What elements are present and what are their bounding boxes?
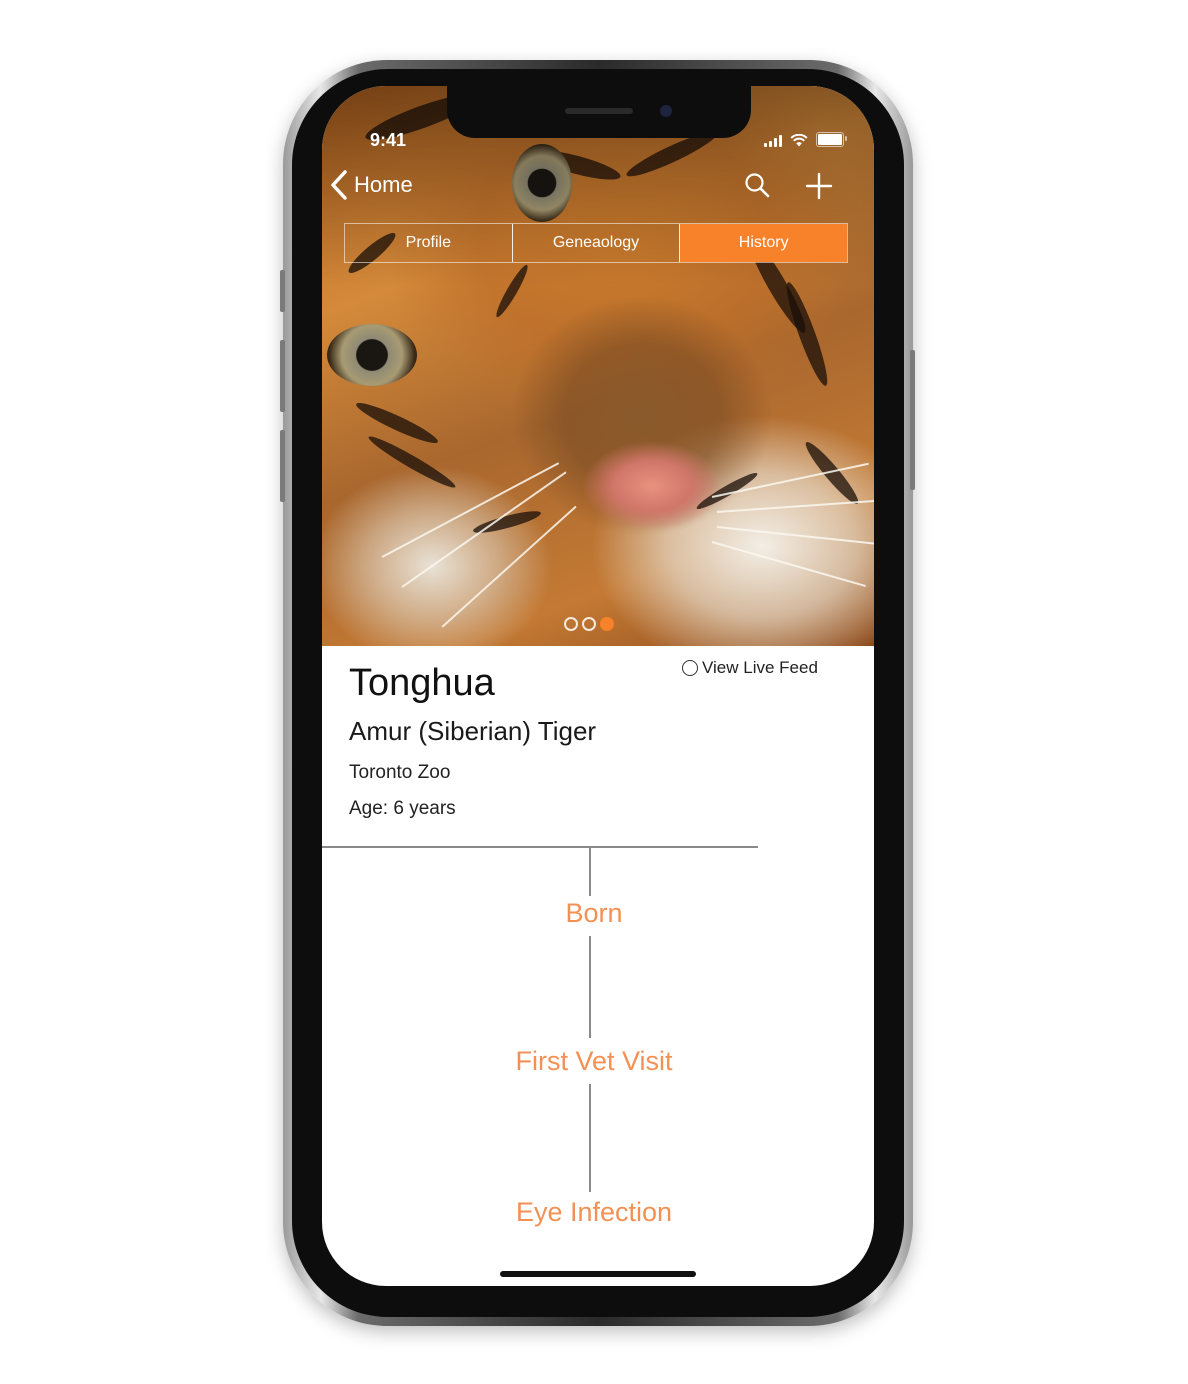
app-screen: 9:41 Home Profile Geneaology History Ton… xyxy=(322,86,874,1286)
notch xyxy=(447,86,751,138)
battery-icon xyxy=(816,132,847,147)
tiger-eye-left xyxy=(327,324,417,386)
radio-button-icon[interactable] xyxy=(682,660,698,676)
power-button xyxy=(910,350,915,490)
volume-down-button xyxy=(280,430,285,502)
tab-bar: Profile Geneaology History xyxy=(344,223,848,263)
animal-species: Amur (Siberian) Tiger xyxy=(349,716,597,746)
tab-profile[interactable]: Profile xyxy=(345,224,512,262)
timeline-line xyxy=(589,846,591,896)
status-time: 9:41 xyxy=(370,130,407,150)
side-button xyxy=(280,270,285,312)
front-camera xyxy=(660,105,672,117)
animal-name: Tonghua xyxy=(349,662,495,704)
timeline-event-first-vet-visit[interactable]: First Vet Visit xyxy=(322,1046,866,1077)
chevron-left-icon xyxy=(331,170,347,200)
status-icons xyxy=(764,132,847,147)
tab-history[interactable]: History xyxy=(680,224,848,262)
wifi-icon xyxy=(790,134,808,147)
timeline-line xyxy=(589,1084,591,1192)
page-dot-2[interactable] xyxy=(582,617,596,631)
page-dot-1[interactable] xyxy=(564,617,578,631)
search-icon[interactable] xyxy=(744,172,770,198)
tab-geneaology[interactable]: Geneaology xyxy=(511,224,681,262)
carousel-page-indicator[interactable] xyxy=(564,617,614,631)
timeline-line xyxy=(589,936,591,1038)
home-indicator[interactable] xyxy=(500,1271,696,1277)
add-icon[interactable] xyxy=(805,172,833,200)
animal-location: Toronto Zoo xyxy=(349,762,451,783)
speaker-grille xyxy=(565,108,633,114)
back-button[interactable]: Home xyxy=(330,170,413,200)
page-dot-3[interactable] xyxy=(600,617,614,631)
view-live-feed-toggle[interactable]: View Live Feed xyxy=(682,658,818,678)
back-label: Home xyxy=(354,172,413,197)
section-divider xyxy=(322,846,758,848)
cellular-signal-icon xyxy=(764,135,782,147)
timeline-event-eye-infection[interactable]: Eye Infection xyxy=(322,1197,866,1228)
timeline-event-born[interactable]: Born xyxy=(322,898,866,929)
volume-up-button xyxy=(280,340,285,412)
view-live-feed-label: View Live Feed xyxy=(702,658,818,677)
animal-age: Age: 6 years xyxy=(349,798,456,819)
